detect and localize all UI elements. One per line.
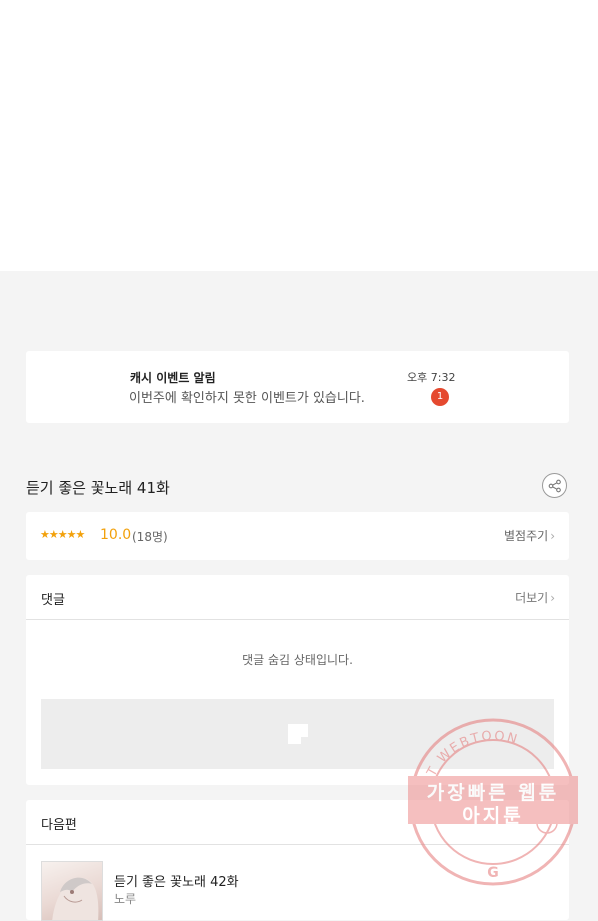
comments-header: 댓글 더보기 › [26,575,569,620]
next-episode-thumbnail[interactable] [41,861,103,921]
rating-card: ★★★★★ 10.0 (18명) 별점주기 › [26,512,569,560]
next-episode-author: 노루 [114,892,137,906]
rating-count: (18명) [132,530,168,544]
watermark-stamp: AGIT WEBTOON G 가장빠른 웹툰 아지툰 [408,717,578,887]
notification-badge: 1 [431,388,449,406]
svg-text:G: G [487,865,499,881]
notification-card[interactable]: 캐시 이벤트 알림 이번주에 확인하지 못한 이벤트가 있습니다. 오후 7:3… [26,351,569,423]
comments-more-button[interactable]: 더보기 › [515,589,555,606]
content-top-area [0,0,598,271]
thumbnail-art [52,877,99,920]
chevron-right-icon: › [550,591,555,605]
rating-score: 10.0 [100,527,132,543]
watermark-line2: 아지툰 [462,805,524,827]
share-button[interactable] [542,473,567,498]
image-placeholder-icon [288,724,308,744]
notification-time: 오후 7:32 [407,371,456,384]
rate-label: 별점주기 [504,529,549,543]
share-icon [548,479,561,493]
notification-message: 이번주에 확인하지 못한 이벤트가 있습니다. [129,391,365,406]
comments-hidden-message: 댓글 숨김 상태입니다. [242,653,353,667]
comments-title: 댓글 [41,593,65,608]
notification-title: 캐시 이벤트 알림 [130,371,216,385]
rate-button[interactable]: 별점주기 › [504,527,555,544]
episode-title: 듣기 좋은 꽃노래 41화 [26,479,170,497]
more-label: 더보기 [515,591,549,605]
rating-stars: ★★★★★ [40,528,85,541]
next-episode-name[interactable]: 듣기 좋은 꽃노래 42화 [114,871,239,890]
next-episode-title: 다음편 [41,818,77,833]
chevron-right-icon: › [550,529,555,543]
